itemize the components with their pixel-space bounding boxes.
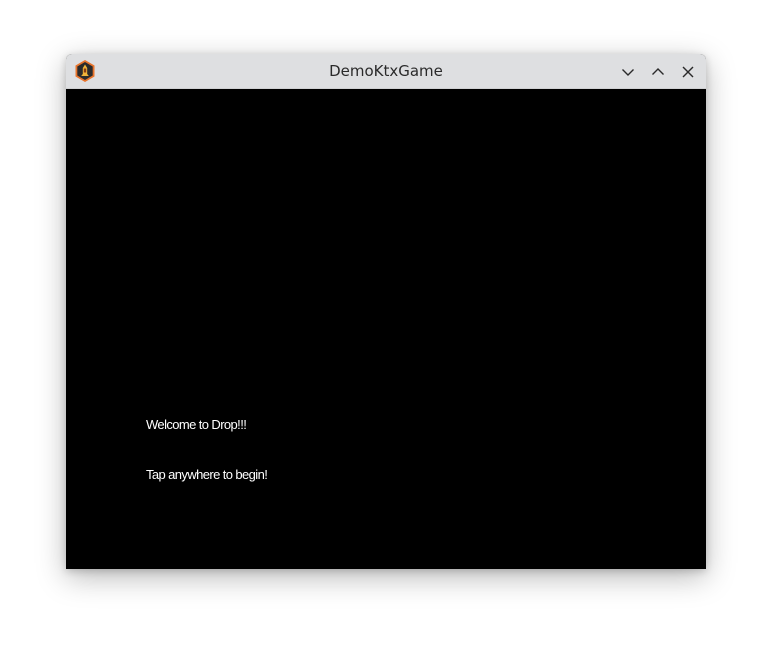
game-canvas[interactable]: Welcome to Drop!!! Tap anywhere to begin… — [66, 89, 706, 569]
welcome-text: Welcome to Drop!!! — [146, 417, 247, 432]
chevron-up-icon — [652, 68, 664, 75]
close-icon — [682, 66, 694, 78]
window-title: DemoKtxGame — [329, 62, 443, 80]
title-bar[interactable]: DemoKtxGame — [66, 54, 706, 89]
minimize-button[interactable] — [617, 61, 639, 83]
maximize-button[interactable] — [647, 61, 669, 83]
app-window: DemoKtxGame Welcome to Drop!!! Tap anywh… — [66, 54, 706, 569]
chevron-down-icon — [622, 69, 634, 76]
instruction-text: Tap anywhere to begin! — [146, 467, 268, 482]
close-button[interactable] — [677, 61, 699, 83]
